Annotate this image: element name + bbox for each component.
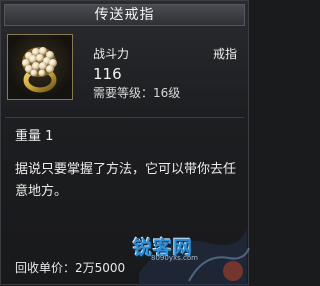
item-title: 传送戒指: [94, 7, 155, 23]
item-tooltip-panel: 传送戒指 战斗力 戒指 116 需要等级：16级 重量 1 据说只要掌握了方法，…: [0, 0, 250, 286]
gold-pearl-ring-icon: [22, 47, 57, 93]
item-type-label: 戒指: [213, 47, 238, 61]
level-requirement: 需要等级：16级: [93, 86, 181, 100]
combat-power-label: 战斗力: [93, 47, 130, 61]
item-description: 据说只要掌握了方法，它可以带你去任意地方。: [15, 162, 237, 199]
watermark-url: 8090yxs.com: [151, 254, 198, 262]
item-icon-slot[interactable]: [7, 34, 73, 100]
item-weight: 重量 1: [15, 129, 54, 144]
section-divider: [5, 117, 244, 118]
item-title-bar: 传送戒指: [4, 4, 245, 26]
combat-power-value: 116: [93, 65, 122, 83]
sell-price: 回收单价：2万5000: [15, 261, 126, 275]
